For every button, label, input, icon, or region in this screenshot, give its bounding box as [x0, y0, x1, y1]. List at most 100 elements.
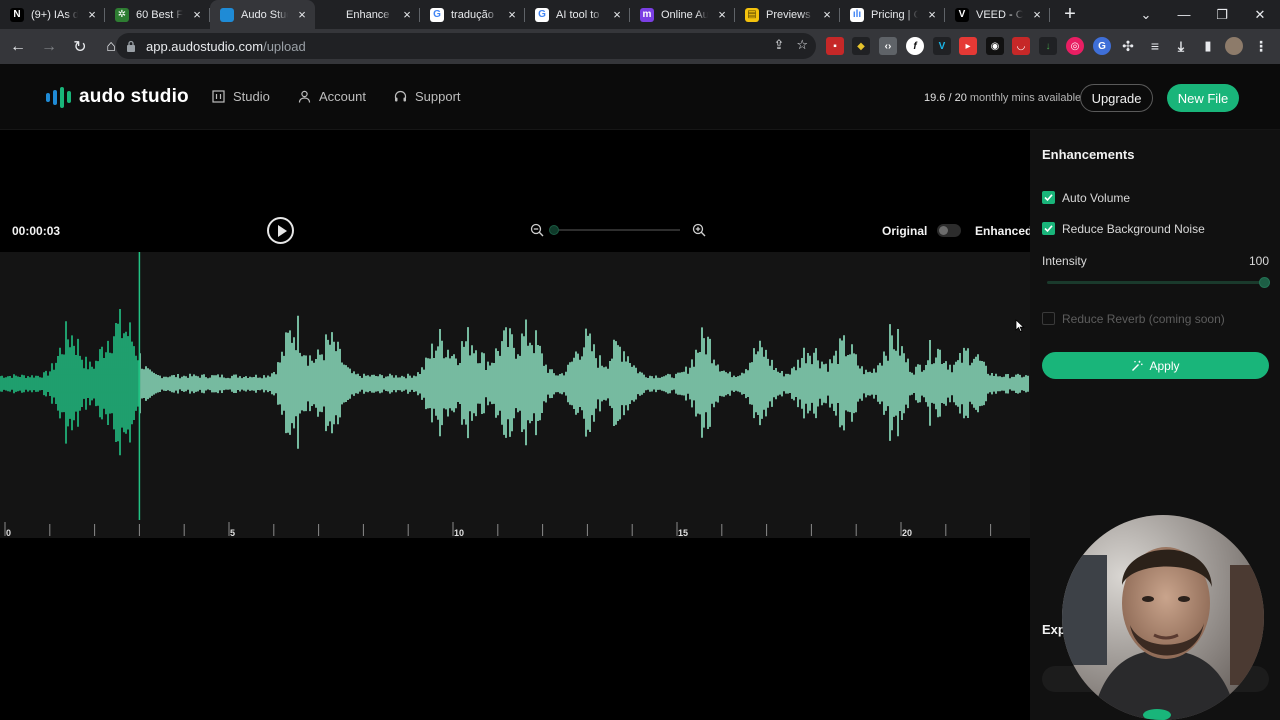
browser-tab[interactable]: Enhance Sp ×: [315, 0, 420, 29]
usage-indicator: 19.6 / 20 monthly mins available: [924, 92, 1081, 104]
menu-kebab-icon[interactable]: ⋮: [1252, 37, 1270, 55]
browser-tab[interactable]: G AI tool to r ×: [525, 0, 630, 29]
profile-avatar[interactable]: [1225, 37, 1243, 55]
extensions-puzzle-icon[interactable]: ✣: [1119, 37, 1137, 55]
mouse-cursor-icon: [1015, 319, 1025, 333]
share-icon[interactable]: ⇪: [773, 37, 784, 53]
timeline-label: 0: [6, 528, 11, 538]
browser-tab[interactable]: Gtradução - I ×: [420, 0, 525, 29]
browser-tab[interactable]: m Online Aud ×: [630, 0, 735, 29]
browser-tab[interactable]: ılı Pricing | Cl ×: [840, 0, 945, 29]
extension-icon[interactable]: ◎: [1066, 37, 1084, 55]
intensity-slider-handle[interactable]: [1259, 277, 1270, 288]
checkmark-icon: [1044, 225, 1053, 233]
browser-tab[interactable]: N (9+) IAs de ×: [0, 0, 105, 29]
zoom-in-icon[interactable]: [692, 223, 706, 237]
original-enhanced-toggle[interactable]: [937, 224, 961, 237]
zoom-slider-handle[interactable]: [549, 225, 559, 235]
timeline-label: 20: [902, 528, 912, 538]
reduce-noise-checkbox[interactable]: [1042, 222, 1055, 235]
extension-icon[interactable]: f: [906, 37, 924, 55]
audo-icon: [220, 7, 234, 22]
magic-wand-icon: [1132, 360, 1144, 371]
extension-icon[interactable]: ▸: [959, 37, 977, 55]
address-bar[interactable]: app.audostudio.com/upload ⇪ ☆: [116, 33, 816, 59]
nav-support[interactable]: Support: [394, 89, 461, 104]
nav-account-label: Account: [319, 89, 366, 104]
usage-label: monthly mins available: [969, 92, 1082, 104]
media-control-icon[interactable]: ≡: [1146, 37, 1164, 55]
lock-icon: [127, 40, 135, 52]
tab-close-icon[interactable]: ×: [400, 7, 414, 22]
account-icon: [298, 90, 311, 103]
intensity-slider[interactable]: [1047, 277, 1270, 288]
waveform-panel[interactable]: 0 5 10 15 20: [0, 252, 1030, 538]
extension-icon[interactable]: ◡: [1012, 37, 1030, 55]
zoom-slider-track[interactable]: [552, 229, 680, 231]
vimeo-icon[interactable]: V: [933, 37, 951, 55]
tab-close-icon[interactable]: ×: [715, 7, 729, 22]
browser-tab-title: Audo Studio: [241, 8, 288, 21]
tab-search-icon[interactable]: ⌄: [1127, 0, 1165, 29]
download-icon[interactable]: ⤓: [1172, 37, 1190, 55]
checkmark-icon: [1044, 194, 1053, 202]
tab-close-icon[interactable]: ×: [925, 7, 939, 22]
intensity-label: Intensity: [1042, 254, 1087, 268]
minimize-icon[interactable]: —: [1165, 0, 1203, 29]
audo-logo[interactable]: audo studio: [46, 86, 189, 108]
intensity-value: 100: [1248, 254, 1269, 268]
enhanced-label: Enhanced: [975, 224, 1033, 238]
extension-icon[interactable]: ▪: [826, 37, 844, 55]
media-icon: m: [640, 7, 654, 22]
auto-volume-checkbox[interactable]: [1042, 191, 1055, 204]
extension-icon[interactable]: ‹›: [879, 37, 897, 55]
browser-tab-title: VEED - Crea: [976, 8, 1023, 21]
browser-toolbar: ← → ↻ ⌂ app.audostudio.com/upload ⇪ ☆: [0, 29, 1280, 64]
extension-icon[interactable]: G: [1093, 37, 1111, 55]
reduce-reverb-checkbox: [1042, 312, 1055, 325]
forward-icon[interactable]: →: [36, 34, 62, 60]
back-icon[interactable]: ←: [5, 34, 31, 60]
zoom-out-icon[interactable]: [530, 223, 544, 237]
upgrade-button[interactable]: Upgrade: [1080, 84, 1153, 112]
new-file-button[interactable]: New File: [1167, 84, 1239, 112]
play-button[interactable]: [267, 217, 294, 244]
tab-close-icon[interactable]: ×: [1030, 7, 1044, 22]
new-tab-icon[interactable]: +: [1056, 0, 1084, 29]
extension-icon[interactable]: ↓: [1039, 37, 1057, 55]
tab-close-icon[interactable]: ×: [85, 7, 99, 22]
support-icon: [394, 90, 407, 102]
play-icon: [277, 224, 287, 237]
browser-tab[interactable]: Audo Studio ×: [210, 0, 315, 29]
browser-tab[interactable]: ▤ Previews ar ×: [735, 0, 840, 29]
nav-studio[interactable]: Studio: [212, 89, 270, 104]
tab-close-icon[interactable]: ×: [295, 7, 309, 22]
reduce-noise-label[interactable]: Reduce Background Noise: [1062, 222, 1205, 236]
auto-volume-label[interactable]: Auto Volume: [1062, 191, 1130, 205]
nav-account[interactable]: Account: [298, 89, 366, 104]
reload-icon[interactable]: ↻: [67, 34, 93, 60]
extension-icon[interactable]: ◆: [852, 37, 870, 55]
nav-support-label: Support: [415, 89, 461, 104]
restore-icon[interactable]: ❐: [1203, 0, 1241, 29]
veed-icon: V: [955, 7, 969, 22]
tab-close-icon[interactable]: ×: [610, 7, 624, 22]
browser-tab-title: tradução - I: [451, 8, 498, 21]
browser-tab-title: Previews ar: [766, 8, 813, 21]
tab-close-icon[interactable]: ×: [820, 7, 834, 22]
enhancements-title: Enhancements: [1042, 147, 1135, 162]
tab-close-icon[interactable]: ×: [505, 7, 519, 22]
window-close-icon[interactable]: ✕: [1241, 0, 1279, 29]
timeline-label: 15: [678, 528, 688, 538]
browser-tab[interactable]: V VEED - Crea ×: [945, 0, 1050, 29]
bookmark-star-icon[interactable]: ☆: [796, 37, 808, 53]
logo-bars-icon: [46, 86, 71, 108]
extension-icon[interactable]: ◉: [986, 37, 1004, 55]
browser-tab[interactable]: ✲ 60 Best Fre ×: [105, 0, 210, 29]
side-panel-icon[interactable]: ▮: [1199, 37, 1217, 55]
tab-close-icon[interactable]: ×: [190, 7, 204, 22]
waveform-unplayed: [139, 315, 1029, 449]
google-icon: G: [430, 7, 444, 22]
apply-button[interactable]: Apply: [1042, 352, 1269, 379]
waveform[interactable]: 0 5 10 15 20: [0, 252, 1030, 538]
